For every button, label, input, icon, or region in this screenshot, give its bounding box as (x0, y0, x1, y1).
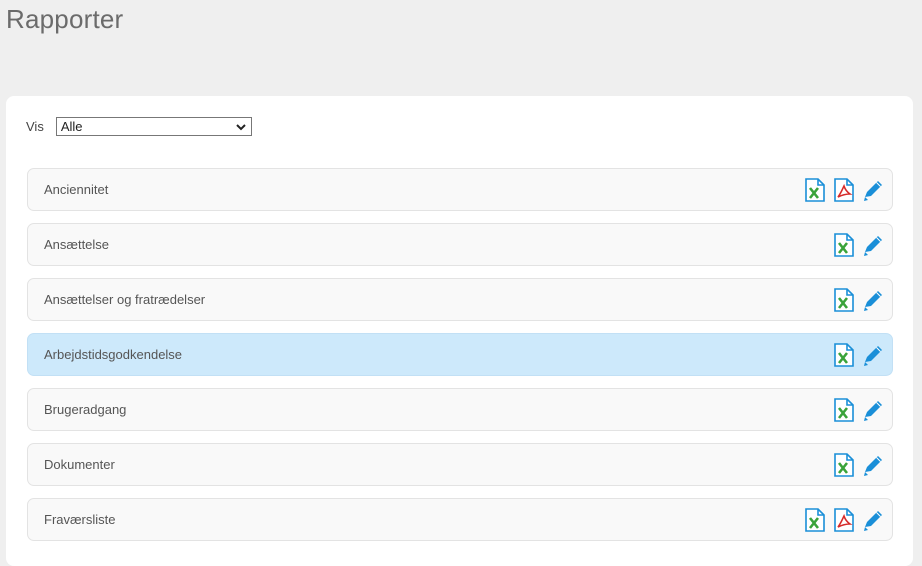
report-row[interactable]: Fraværsliste (27, 498, 893, 541)
filter-select[interactable]: Alle (55, 117, 252, 136)
report-list: Anciennitet Ansættelse Ansættelser og frat… (27, 168, 893, 553)
report-actions (833, 452, 884, 477)
report-row[interactable]: Brugeradgang (27, 388, 893, 431)
pencil-edit-icon[interactable] (862, 233, 884, 257)
report-row[interactable]: Ansættelser og fratrædelser (27, 278, 893, 321)
report-label: Dokumenter (44, 457, 115, 472)
report-actions (833, 342, 884, 367)
pdf-export-icon[interactable] (833, 177, 855, 202)
excel-export-icon[interactable] (833, 342, 855, 367)
report-row[interactable]: Arbejdstidsgodkendelse (27, 333, 893, 376)
pdf-export-icon[interactable] (833, 507, 855, 532)
excel-export-icon[interactable] (833, 452, 855, 477)
pencil-edit-icon[interactable] (862, 178, 884, 202)
chevron-down-icon (236, 123, 246, 130)
page-title: Rapporter (6, 4, 124, 34)
report-row[interactable]: Dokumenter (27, 443, 893, 486)
report-actions (804, 177, 884, 202)
pencil-edit-icon[interactable] (862, 343, 884, 367)
reports-panel: Vis Alle Anciennitet Ansættelse Ansættelse… (6, 96, 913, 566)
excel-export-icon[interactable] (833, 232, 855, 257)
report-row[interactable]: Anciennitet (27, 168, 893, 211)
excel-export-icon[interactable] (804, 177, 826, 202)
excel-export-icon[interactable] (833, 397, 855, 422)
pencil-edit-icon[interactable] (862, 288, 884, 312)
excel-export-icon[interactable] (833, 287, 855, 312)
report-label: Ansættelser og fratrædelser (44, 292, 206, 307)
filter-selected-value: Alle (60, 119, 83, 134)
excel-export-icon[interactable] (804, 507, 826, 532)
report-actions (804, 507, 884, 532)
pencil-edit-icon[interactable] (862, 508, 884, 532)
filter-label: Vis (26, 119, 44, 134)
report-label: Ansættelse (44, 237, 110, 252)
pencil-edit-icon[interactable] (862, 453, 884, 477)
report-label: Arbejdstidsgodkendelse (44, 347, 183, 362)
report-label: Fraværsliste (44, 512, 116, 527)
report-row[interactable]: Ansættelse (27, 223, 893, 266)
pencil-edit-icon[interactable] (862, 398, 884, 422)
filter-row: Vis Alle (26, 117, 252, 136)
report-label: Brugeradgang (44, 402, 127, 417)
report-actions (833, 397, 884, 422)
report-actions (833, 287, 884, 312)
report-label: Anciennitet (44, 182, 109, 197)
report-actions (833, 232, 884, 257)
